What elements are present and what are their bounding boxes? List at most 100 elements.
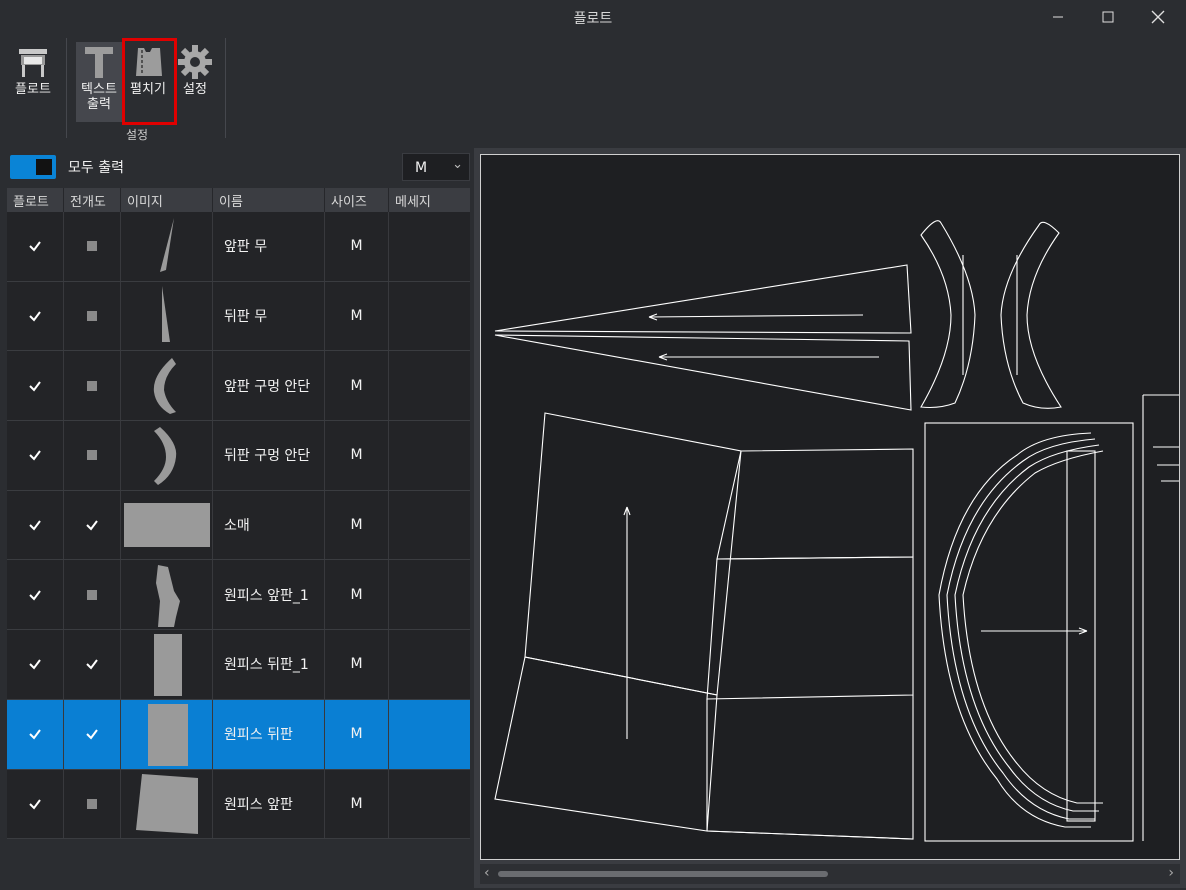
size-select[interactable]: M ⌄ [402, 153, 470, 181]
plot-checkbox[interactable] [28, 797, 42, 811]
pattern-message [389, 282, 470, 351]
text-output-button[interactable]: 텍스트 출력 [76, 42, 122, 122]
pattern-name: 원피스 앞판 [213, 769, 325, 839]
pattern-size: M [325, 560, 389, 630]
header-name[interactable]: 이름 [213, 188, 325, 212]
pattern-piece-back-side [494, 334, 912, 411]
table-row[interactable]: 원피스 앞판 M [7, 769, 470, 840]
unfold-checkbox[interactable] [87, 450, 97, 461]
title-bar: 플로트 [0, 0, 1186, 34]
maximize-button[interactable] [1088, 4, 1128, 30]
pattern-thumbnail [121, 421, 213, 490]
unfold-checkbox[interactable] [87, 311, 97, 322]
print-options-row: 모두 출력 M ⌄ [8, 152, 470, 182]
table-row[interactable]: 원피스 뒤판 M [7, 699, 470, 770]
table-header: 플로트 전개도 이미지 이름 사이즈 메세지 [7, 188, 470, 212]
unfold-checkbox[interactable] [87, 589, 97, 600]
table-row[interactable]: 앞판 무 M [7, 212, 470, 282]
pattern-size: M [325, 212, 389, 281]
window-title: 플로트 [573, 11, 613, 27]
minimize-button[interactable] [1038, 4, 1078, 30]
size-select-value: M [415, 160, 428, 176]
minimize-icon [1053, 16, 1063, 18]
plot-checkbox[interactable] [28, 588, 42, 602]
maximize-icon [1102, 11, 1114, 23]
pattern-message [389, 351, 470, 420]
plot-button[interactable]: 플로트 [10, 42, 56, 97]
table-row[interactable]: 소매 M [7, 490, 470, 561]
unfold-checkbox[interactable] [85, 657, 99, 671]
pattern-thumbnail [121, 769, 213, 839]
annotation-highlight-box [122, 38, 177, 125]
settings-button[interactable]: 설정 [172, 42, 218, 97]
plot-checkbox[interactable] [28, 379, 42, 393]
pattern-name: 원피스 앞판_1 [213, 560, 325, 630]
unfold-checkbox[interactable] [85, 518, 99, 532]
header-unfold[interactable]: 전개도 [64, 188, 121, 212]
pattern-thumbnail [121, 490, 213, 560]
header-size[interactable]: 사이즈 [325, 188, 389, 212]
plot-preview-canvas[interactable] [480, 154, 1180, 860]
pattern-name: 앞판 무 [213, 212, 325, 281]
plot-checkbox[interactable] [28, 448, 42, 462]
pattern-piece-dress-front [924, 422, 1134, 842]
pattern-thumbnail [121, 351, 213, 421]
scroll-right-icon[interactable]: › [1168, 865, 1174, 881]
horizontal-scrollbar[interactable]: ‹ › [480, 864, 1180, 884]
pattern-name: 원피스 뒤판_1 [213, 630, 325, 699]
scroll-left-icon[interactable]: ‹ [484, 865, 490, 881]
plot-checkbox[interactable] [28, 239, 42, 253]
plot-checkbox[interactable] [28, 309, 42, 323]
pattern-thumbnail [121, 699, 213, 769]
plot-checkbox[interactable] [28, 518, 42, 532]
pattern-name: 원피스 뒤판 [213, 699, 325, 769]
unfold-checkbox[interactable] [87, 798, 97, 809]
header-message[interactable]: 메세지 [389, 188, 470, 212]
pattern-size: M [325, 769, 389, 839]
close-button[interactable] [1138, 4, 1178, 30]
pattern-name: 앞판 구멍 안단 [213, 351, 325, 421]
pattern-name: 뒤판 구멍 안단 [213, 421, 325, 490]
unfold-checkbox[interactable] [87, 380, 97, 391]
plot-preview-panel: ‹ › [474, 148, 1186, 888]
pattern-size: M [325, 281, 389, 351]
pattern-thumbnail [121, 281, 213, 351]
close-icon [1151, 10, 1165, 24]
table-row[interactable]: 원피스 뒤판_1 M [7, 630, 470, 700]
pattern-thumbnail [121, 212, 213, 281]
table-row[interactable]: 원피스 앞판_1 M [7, 560, 470, 631]
pattern-table: 플로트 전개도 이미지 이름 사이즈 메세지 앞판 무 M 뒤판 무 M 앞판 … [7, 188, 470, 840]
unfold-checkbox[interactable] [85, 727, 99, 741]
pattern-message [389, 421, 470, 490]
header-plot[interactable]: 플로트 [7, 188, 64, 212]
table-row[interactable]: 뒤판 구멍 안단 M [7, 421, 470, 491]
header-image[interactable]: 이미지 [121, 188, 213, 212]
plotter-icon [13, 42, 53, 82]
table-row[interactable]: 뒤판 무 M [7, 281, 470, 352]
pattern-piece-sleeve [524, 412, 742, 696]
pattern-size: M [325, 699, 389, 769]
table-body: 앞판 무 M 뒤판 무 M 앞판 구멍 안단 M 뒤판 구멍 안단 M 소매 M… [7, 212, 470, 840]
unfold-checkbox[interactable] [87, 241, 97, 252]
pattern-piece-front-side [494, 264, 912, 334]
text-output-label-1: 텍스트 [81, 82, 117, 97]
print-all-toggle[interactable] [10, 155, 56, 179]
text-output-label-2: 출력 [87, 97, 111, 112]
pattern-thumbnail [121, 560, 213, 630]
pattern-size: M [325, 630, 389, 699]
pattern-layout [494, 220, 1179, 842]
plot-checkbox[interactable] [28, 727, 42, 741]
pattern-message [389, 770, 470, 839]
pattern-message [389, 560, 470, 629]
pattern-message [389, 630, 470, 699]
pattern-message [389, 212, 470, 281]
gear-icon [175, 42, 215, 82]
pattern-piece-back-armhole-facing [1000, 221, 1062, 409]
scrollbar-thumb[interactable] [498, 871, 828, 877]
pattern-name: 소매 [213, 490, 325, 560]
plot-checkbox[interactable] [28, 657, 42, 671]
table-row[interactable]: 앞판 구멍 안단 M [7, 351, 470, 422]
settings-label: 설정 [183, 82, 207, 97]
pattern-message [389, 700, 470, 769]
pattern-size: M [325, 421, 389, 490]
